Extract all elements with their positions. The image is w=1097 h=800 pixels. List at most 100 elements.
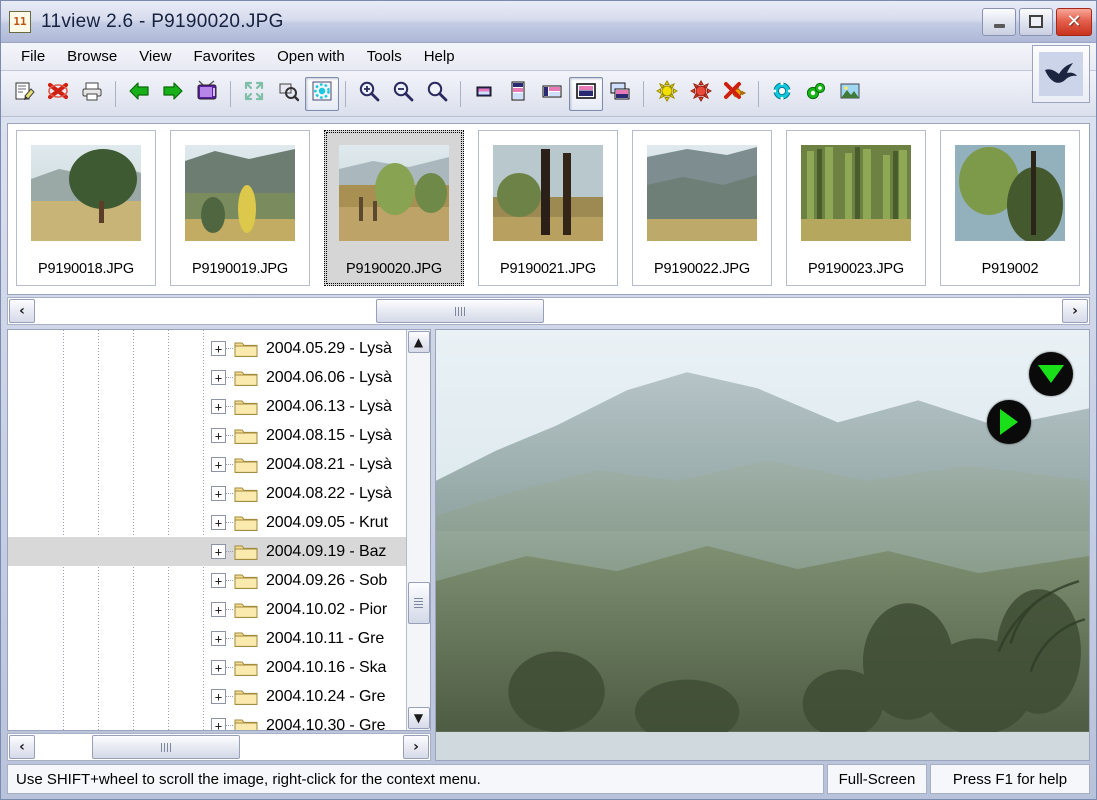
menu-browse[interactable]: Browse: [57, 45, 127, 68]
thumbnail-item[interactable]: P9190023.JPG: [786, 130, 926, 286]
tree-row[interactable]: +2004.09.26 - Sob: [8, 566, 430, 595]
tree-row[interactable]: +2004.05.29 - Lysà: [8, 334, 430, 363]
toolbar-layout-thumbs-left-button[interactable]: [535, 77, 569, 111]
strip-scroll-left-button[interactable]: ‹: [9, 299, 35, 323]
menu-view[interactable]: View: [129, 45, 181, 68]
close-button[interactable]: ✕: [1056, 7, 1092, 36]
eagle-logo-button[interactable]: [1032, 45, 1090, 103]
tree-row[interactable]: +2004.10.24 - Gre: [8, 682, 430, 711]
tree-row[interactable]: +2004.06.06 - Lysà: [8, 363, 430, 392]
toolbar-brightness-sun-button[interactable]: [650, 77, 684, 111]
toolbar-zoom-select-button[interactable]: [271, 77, 305, 111]
tree-row[interactable]: +2004.08.22 - Lysà: [8, 479, 430, 508]
tree-row[interactable]: +2004.08.21 - Lysà: [8, 450, 430, 479]
tree-row[interactable]: +2004.10.02 - Pior: [8, 595, 430, 624]
strip-scroll-thumb[interactable]: [376, 299, 544, 323]
toolbar-previous-arrow-button[interactable]: [122, 77, 156, 111]
toolbar-layout-browser-button[interactable]: [569, 76, 603, 111]
tree-horizontal-scrollbar[interactable]: ‹ ›: [7, 733, 431, 761]
expand-plus-icon[interactable]: +: [211, 486, 226, 501]
thumbnail-item[interactable]: P9190022.JPG: [632, 130, 772, 286]
toolbar-settings-gear-button[interactable]: [765, 77, 799, 111]
menu-tools[interactable]: Tools: [357, 45, 412, 68]
strip-scroll-right-button[interactable]: ›: [1062, 299, 1088, 323]
image-viewer[interactable]: [435, 329, 1090, 761]
toolbar-slideshow-tv-button[interactable]: [190, 77, 224, 111]
strip-scroll-track[interactable]: [36, 299, 1061, 323]
thumbnail-strip[interactable]: P9190018.JPG P9190019.JPG P9190020.JPG P919…: [7, 123, 1090, 295]
expand-plus-icon[interactable]: +: [211, 631, 226, 646]
minimize-button[interactable]: [982, 7, 1016, 36]
thumbnail-item[interactable]: P9190021.JPG: [478, 130, 618, 286]
tree-scroll-up-button[interactable]: ▲: [407, 331, 430, 353]
thumbnail-strip-scrollbar[interactable]: ‹ ›: [7, 297, 1090, 325]
scroll-right-overlay-button[interactable]: [987, 400, 1031, 444]
tree-row-label: 2004.10.24 - Gre: [266, 687, 386, 705]
toolbar-fit-window-button[interactable]: [305, 76, 339, 111]
expand-plus-icon[interactable]: +: [211, 515, 226, 530]
toolbar-layout-tiled-button[interactable]: [603, 77, 637, 111]
toolbar-options-gears-button[interactable]: [799, 77, 833, 111]
tree-row-label: 2004.09.05 - Krut: [266, 513, 388, 531]
tree-row[interactable]: +2004.08.15 - Lysà: [8, 421, 430, 450]
toolbar-print-button[interactable]: [75, 77, 109, 111]
expand-plus-icon[interactable]: +: [211, 341, 226, 356]
thumbnail-item[interactable]: P919002: [940, 130, 1080, 286]
folder-icon: [234, 397, 258, 416]
thumbnail-item[interactable]: P9190018.JPG: [16, 130, 156, 286]
toolbar-contrast-sun-button[interactable]: [684, 77, 718, 111]
tree-row[interactable]: +2004.09.19 - Baz: [8, 537, 430, 566]
expand-plus-icon[interactable]: +: [211, 718, 226, 730]
tree-scroll-right-button[interactable]: ›: [403, 735, 429, 759]
toolbar-zoom-in-button[interactable]: [352, 77, 386, 111]
tree-row[interactable]: +2004.09.05 - Krut: [8, 508, 430, 537]
image-properties-icon: [839, 80, 861, 107]
restore-button[interactable]: [1019, 7, 1053, 36]
tree-vertical-scrollbar[interactable]: ▲ ▼: [406, 330, 430, 730]
expand-plus-icon[interactable]: +: [211, 660, 226, 675]
expand-plus-icon[interactable]: +: [211, 428, 226, 443]
scroll-down-overlay-button[interactable]: [1029, 352, 1073, 396]
window-controls: ✕: [982, 7, 1092, 36]
tree-scroll-left-button[interactable]: ‹: [9, 735, 35, 759]
tree-row[interactable]: +2004.06.13 - Lysà: [8, 392, 430, 421]
toolbar-zoom-out-button[interactable]: [386, 77, 420, 111]
tree-row[interactable]: +2004.10.16 - Ska: [8, 653, 430, 682]
toolbar-layout-thumbs-top-button[interactable]: [501, 77, 535, 111]
thumbnail-item[interactable]: P9190019.JPG: [170, 130, 310, 286]
toolbar-delete-red-x-button[interactable]: [41, 77, 75, 111]
folder-tree[interactable]: +2004.05.29 - Lysà +2004.06.06 - Lysà +200…: [7, 329, 431, 731]
minimize-icon: [993, 23, 1005, 28]
tree-connector: [226, 725, 234, 726]
tree-hscroll-thumb[interactable]: [92, 735, 240, 759]
menu-favorites[interactable]: Favorites: [183, 45, 265, 68]
toolbar-rename-edit-button[interactable]: [7, 77, 41, 111]
thumbnail-item[interactable]: P9190020.JPG: [324, 130, 464, 286]
toolbar-reset-adjustments-button[interactable]: [718, 77, 752, 111]
expand-plus-icon[interactable]: +: [211, 689, 226, 704]
menu-file[interactable]: File: [11, 45, 55, 68]
tree-row[interactable]: +2004.10.11 - Gre: [8, 624, 430, 653]
toolbar-next-arrow-button[interactable]: [156, 77, 190, 111]
status-mode[interactable]: Full-Screen: [827, 764, 927, 794]
thumbnail-image: [647, 145, 757, 241]
tree-row[interactable]: +2004.10.30 - Gre: [8, 711, 430, 730]
tree-hscroll-track[interactable]: [36, 735, 402, 759]
tree-vscroll-thumb[interactable]: [407, 582, 430, 624]
menu-open-with[interactable]: Open with: [267, 45, 355, 68]
toolbar-image-properties-button[interactable]: [833, 77, 867, 111]
tree-row-label: 2004.10.02 - Pior: [266, 600, 388, 618]
tree-scroll-down-button[interactable]: ▼: [407, 707, 430, 729]
toolbar-fullscreen-expand-button[interactable]: [237, 77, 271, 111]
toolbar-zoom-actual-button[interactable]: [420, 77, 454, 111]
expand-plus-icon[interactable]: +: [211, 457, 226, 472]
expand-plus-icon[interactable]: +: [211, 544, 226, 559]
toolbar-layout-single-button[interactable]: [467, 77, 501, 111]
expand-plus-icon[interactable]: +: [211, 399, 226, 414]
expand-plus-icon[interactable]: +: [211, 602, 226, 617]
menu-help[interactable]: Help: [414, 45, 465, 68]
expand-plus-icon[interactable]: +: [211, 370, 226, 385]
tree-vscroll-track[interactable]: [407, 354, 430, 706]
expand-plus-icon[interactable]: +: [211, 573, 226, 588]
thumbnail-image: [185, 145, 295, 241]
